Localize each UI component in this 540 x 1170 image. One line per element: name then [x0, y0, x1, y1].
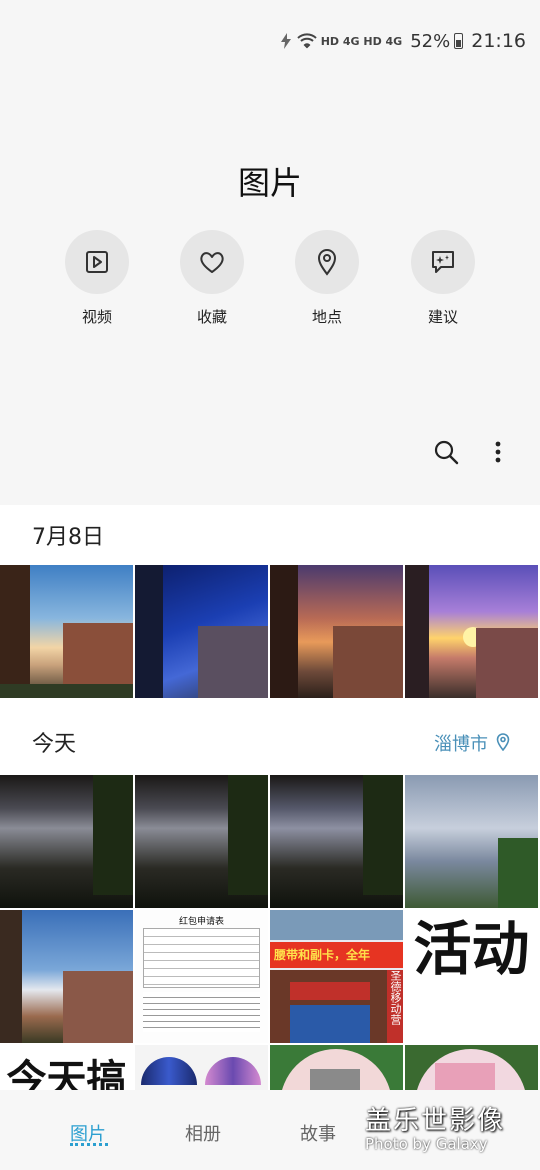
- photo-thumbnail[interactable]: [270, 1045, 403, 1090]
- network-text: HD 4G HD 4G: [320, 34, 403, 48]
- section-location[interactable]: 淄博市: [434, 730, 488, 756]
- section-header: 今天 淄博市: [0, 700, 540, 775]
- more-vertical-icon[interactable]: [478, 432, 518, 472]
- clock: 21:16: [471, 30, 526, 52]
- quick-action-label: 地点: [311, 308, 342, 326]
- banner-text: 今天搞: [6, 1057, 127, 1090]
- quick-action-places[interactable]: 地点: [282, 230, 372, 327]
- photo-thumbnail[interactable]: [135, 565, 268, 698]
- watermark: 盖乐世影像 Photo by Galaxy: [365, 1100, 505, 1153]
- photo-row: [0, 565, 540, 698]
- quick-action-label: 建议: [427, 308, 458, 326]
- video-icon: [65, 230, 129, 294]
- photo-thumbnail[interactable]: [270, 565, 403, 698]
- tab-stories[interactable]: 故事: [300, 1120, 336, 1146]
- suggestion-icon: [411, 230, 475, 294]
- network-icons: HD 4G HD 4G: [279, 33, 403, 49]
- photo-thumbnail[interactable]: [135, 775, 268, 908]
- photo-thumbnail[interactable]: [405, 1045, 538, 1090]
- location-pin-icon: [496, 733, 510, 755]
- heart-icon: [180, 230, 244, 294]
- section-date: 今天: [32, 732, 77, 757]
- section-date: 7月8日: [32, 525, 104, 550]
- photo-thumbnail[interactable]: [270, 775, 403, 908]
- photo-thumbnail[interactable]: [0, 910, 133, 1043]
- photo-row: 红包申请表 腰带和副卡，全年 圣德移动营 活动: [0, 910, 540, 1043]
- document-title: 红包申请表: [178, 917, 224, 927]
- quick-action-favorites[interactable]: 收藏: [167, 230, 257, 327]
- quick-actions: 视频 收藏 地点 建议: [0, 230, 540, 330]
- photo-timeline[interactable]: 7月8日 今天 淄博市 红包申请表 腰带和副卡，全年 圣德移动营 活动 今天搞: [0, 505, 540, 1090]
- photo-thumbnail[interactable]: [0, 565, 133, 698]
- active-tab-indicator: [70, 1143, 108, 1146]
- watermark-en: Photo by Galaxy: [365, 1135, 488, 1153]
- photo-thumbnail[interactable]: 今天搞: [0, 1045, 133, 1090]
- tab-albums[interactable]: 相册: [185, 1120, 221, 1146]
- wifi-icon: [296, 33, 317, 49]
- location-pin-icon: [295, 230, 359, 294]
- banner-text: 活动: [413, 915, 530, 983]
- photo-thumbnail[interactable]: 腰带和副卡，全年 圣德移动营: [270, 910, 403, 1043]
- battery-percent: 52%: [410, 30, 451, 52]
- battery-icon: [454, 33, 464, 49]
- photo-thumbnail[interactable]: [405, 565, 538, 698]
- photo-thumbnail[interactable]: [135, 1045, 268, 1090]
- quick-action-label: 视频: [81, 308, 112, 326]
- photo-thumbnail-document[interactable]: 红包申请表: [135, 910, 268, 1043]
- quick-action-suggestions[interactable]: 建议: [398, 230, 488, 327]
- photo-row: [0, 775, 540, 908]
- charging-icon: [280, 33, 291, 49]
- store-side-sign: 圣德移动营: [387, 970, 403, 1043]
- photo-thumbnail[interactable]: [0, 775, 133, 908]
- quick-action-label: 收藏: [196, 308, 227, 326]
- photo-row: 今天搞: [0, 1045, 540, 1090]
- page-title: 图片: [237, 164, 302, 202]
- search-icon[interactable]: [426, 432, 466, 472]
- store-sign: 腰带和副卡，全年: [270, 942, 403, 968]
- status-bar: HD 4G HD 4G 52% 21:16: [0, 0, 540, 82]
- quick-action-video[interactable]: 视频: [52, 230, 142, 327]
- photo-thumbnail[interactable]: 活动: [405, 910, 538, 1043]
- watermark-cn: 盖乐世影像: [365, 1106, 506, 1136]
- photo-thumbnail[interactable]: [405, 775, 538, 908]
